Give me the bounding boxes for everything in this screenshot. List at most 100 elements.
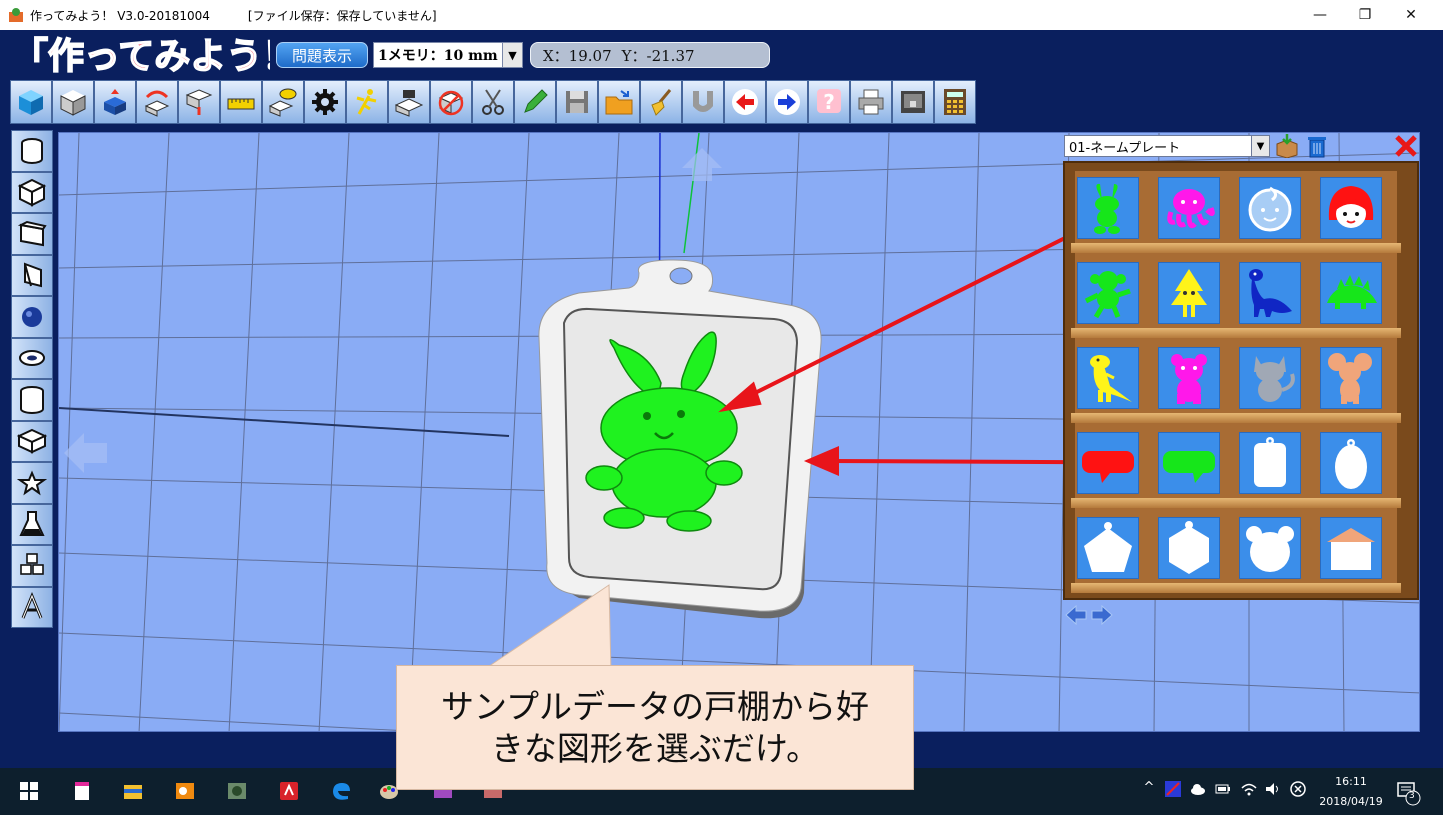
print-button[interactable] <box>850 80 892 124</box>
shelf-item-boy-face[interactable] <box>1239 177 1301 239</box>
shelf-item-green-speech-bubble[interactable] <box>1158 432 1220 494</box>
network-error-icon[interactable] <box>1289 780 1307 798</box>
calculator-button[interactable] <box>934 80 976 124</box>
action-center-button[interactable]: 3 <box>1394 778 1422 806</box>
stamp-tool-button[interactable] <box>388 80 430 124</box>
shelf-category-select[interactable]: 01-ネームプレート ▼ <box>1064 135 1270 157</box>
shelf-item-dinosaur[interactable] <box>1239 262 1301 324</box>
save-tool-button[interactable] <box>556 80 598 124</box>
cubes-button[interactable] <box>11 545 53 587</box>
shelf-item-mouse[interactable] <box>1320 347 1382 409</box>
app-logo: 「作ってみよう！」 <box>11 35 270 76</box>
sphere-button[interactable] <box>11 296 53 338</box>
name-plate-model[interactable] <box>538 259 822 619</box>
tall-cylinder-button[interactable] <box>11 379 53 421</box>
cylinder-button[interactable] <box>11 130 53 172</box>
shelf-item-tree-creature[interactable] <box>1158 262 1220 324</box>
wifi-icon[interactable] <box>1240 780 1258 798</box>
tray-expand-icon[interactable]: ^ <box>1140 780 1158 798</box>
taskbar-outlook[interactable] <box>170 776 200 806</box>
delete-shape-tool-button[interactable] <box>430 80 472 124</box>
text-button[interactable] <box>11 586 53 628</box>
wedge-button[interactable] <box>11 254 53 296</box>
shelf-item-bear-face-tag[interactable] <box>1239 517 1301 579</box>
clock[interactable]: 16:11 2018/04/19 <box>1316 772 1386 812</box>
maximize-button[interactable]: ❐ <box>1342 0 1388 30</box>
shelf-item-red-speech-bubble[interactable] <box>1077 432 1139 494</box>
redo-button[interactable] <box>766 80 808 124</box>
battery-icon[interactable] <box>1214 780 1232 798</box>
gear-icon <box>312 89 338 115</box>
outlook-icon <box>176 783 194 799</box>
explanation-callout: サンプルデータの戸棚から好 きな図形を選ぶだけ。 <box>396 665 914 790</box>
chevron-down-icon[interactable]: ▼ <box>502 43 522 67</box>
show-problem-button[interactable]: 問題表示 <box>276 42 368 68</box>
import-box-icon[interactable] <box>1274 134 1300 158</box>
shelf-item-bear[interactable] <box>1158 347 1220 409</box>
grid-scale-select[interactable]: 1メモリ：10 mm ▼ <box>373 42 523 68</box>
cube-button[interactable] <box>11 171 53 213</box>
open-tool-button[interactable] <box>598 80 640 124</box>
chevron-down-icon[interactable]: ▼ <box>1251 136 1269 156</box>
edge-icon <box>333 783 350 800</box>
print-icon <box>858 89 884 115</box>
cut-tool-button[interactable] <box>472 80 514 124</box>
taskbar-gaming-app[interactable] <box>222 776 252 806</box>
wedge-icon <box>24 262 42 288</box>
close-button[interactable]: ✕ <box>1388 0 1434 30</box>
slanted-box-button[interactable] <box>11 213 53 255</box>
drop-tool-button[interactable] <box>178 80 220 124</box>
shelf-item-cat[interactable] <box>1239 347 1301 409</box>
magnet-icon <box>693 91 713 112</box>
shelf-item-rabbit[interactable] <box>1077 177 1139 239</box>
box-tool-button[interactable] <box>52 80 94 124</box>
view-left-arrow-icon[interactable] <box>64 433 107 473</box>
animate-tool-button[interactable] <box>346 80 388 124</box>
tree-creature-icon <box>1171 269 1207 317</box>
cube-tool-button[interactable] <box>10 80 52 124</box>
magnet-tool-button[interactable] <box>682 80 724 124</box>
move-tool-button[interactable] <box>94 80 136 124</box>
acrobat-icon <box>280 782 298 800</box>
trash-icon[interactable] <box>1304 134 1330 158</box>
shelf-item-octopus[interactable] <box>1158 177 1220 239</box>
sample-data-shelf <box>1063 161 1419 600</box>
taskbar-edge[interactable] <box>326 776 356 806</box>
shelf-item-monkey[interactable] <box>1077 262 1139 324</box>
minimize-button[interactable]: — <box>1297 0 1343 30</box>
t-rex-icon <box>1090 355 1132 402</box>
shelf-item-t-rex[interactable] <box>1077 347 1139 409</box>
chamfer-box-button[interactable] <box>11 420 53 462</box>
shelf-item-hexagon-tag[interactable] <box>1158 517 1220 579</box>
previous-page-arrow-icon[interactable] <box>1064 603 1088 627</box>
shelf-item-pentagon-tag[interactable] <box>1077 517 1139 579</box>
shelf-item-rect-tag[interactable] <box>1239 432 1301 494</box>
ruler-tool-button[interactable] <box>220 80 262 124</box>
save-icon <box>566 91 588 113</box>
clear-tool-button[interactable] <box>640 80 682 124</box>
volume-icon[interactable] <box>1264 780 1282 798</box>
star-button[interactable] <box>11 462 53 504</box>
shelf-item-stegosaurus[interactable] <box>1320 262 1382 324</box>
close-shelf-icon[interactable] <box>1393 133 1419 159</box>
taskbar-acrobat[interactable] <box>274 776 304 806</box>
comment-tool-button[interactable] <box>262 80 304 124</box>
shelf-item-oval-tag[interactable] <box>1320 432 1382 494</box>
ring-button[interactable] <box>11 337 53 379</box>
settings-tool-button[interactable] <box>304 80 346 124</box>
3d-print-button[interactable] <box>892 80 934 124</box>
shelf-item-red-hood[interactable] <box>1320 177 1382 239</box>
windows-start-button[interactable] <box>14 776 44 806</box>
onedrive-icon[interactable] <box>1189 780 1207 798</box>
taskbar-file-explorer[interactable] <box>118 776 148 806</box>
shelf-item-house-tag[interactable] <box>1320 517 1382 579</box>
undo-button[interactable] <box>724 80 766 124</box>
rotate-tool-button[interactable] <box>136 80 178 124</box>
taskbar-notepad[interactable] <box>67 776 97 806</box>
tray-app-icon[interactable] <box>1164 780 1182 798</box>
next-page-arrow-icon[interactable] <box>1090 603 1114 627</box>
draw-tool-button[interactable] <box>514 80 556 124</box>
help-button[interactable]: ? <box>808 80 850 124</box>
octopus-icon <box>1167 189 1215 229</box>
flask-button[interactable] <box>11 503 53 545</box>
